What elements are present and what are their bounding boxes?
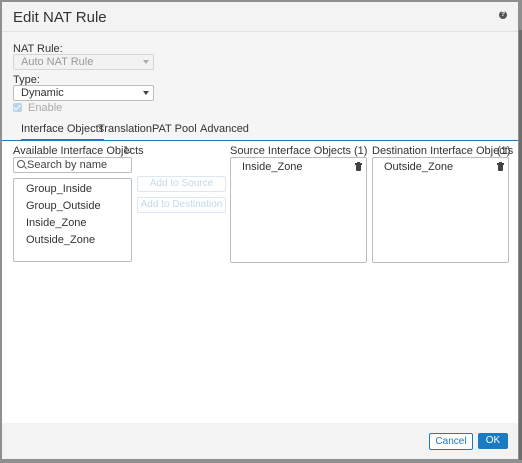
nat-rule-select: Auto NAT Rule — [13, 54, 154, 70]
search-input[interactable] — [27, 158, 127, 172]
list-item[interactable]: Group_Outside — [26, 200, 101, 212]
tab-advanced[interactable]: Advanced — [200, 123, 249, 139]
tab-translation[interactable]: Translation — [98, 123, 152, 139]
add-to-destination-button[interactable]: Add to Destination — [137, 197, 226, 213]
search-icon — [17, 160, 25, 168]
trash-icon[interactable] — [355, 162, 362, 171]
tab-pat-pool[interactable]: PAT Pool — [152, 123, 197, 139]
type-select[interactable]: Dynamic — [13, 85, 154, 101]
source-objects-list: Inside_Zone — [230, 157, 367, 263]
dialog-header: Edit NAT Rule ? — [2, 2, 518, 32]
list-item[interactable]: Outside_Zone — [26, 234, 95, 246]
list-item: Outside_Zone — [384, 161, 454, 173]
add-to-source-button[interactable]: Add to Source — [137, 176, 226, 192]
destination-objects-list: Outside_Zone — [372, 157, 509, 263]
ok-button[interactable]: OK — [478, 433, 508, 449]
type-value: Dynamic — [21, 87, 64, 99]
destination-objects-title: Destination Interface Objects — [372, 145, 514, 157]
available-objects-list: Group_Inside Group_Outside Inside_Zone O… — [13, 178, 132, 262]
source-count: (1) — [354, 145, 368, 157]
chevron-down-icon — [143, 91, 149, 95]
tab-interface-objects[interactable]: Interface Objects — [21, 123, 105, 141]
search-field — [13, 157, 132, 173]
dialog-title: Edit NAT Rule — [13, 9, 107, 26]
nat-rule-value: Auto NAT Rule — [21, 56, 94, 68]
destination-count: (1) — [497, 145, 511, 157]
cancel-button[interactable]: Cancel — [429, 433, 473, 450]
source-objects-title: Source Interface Objects — [230, 145, 352, 157]
enable-label: Enable — [28, 102, 63, 114]
tab-bar: Interface Objects Translation PAT Pool A… — [2, 119, 518, 141]
trash-icon[interactable] — [497, 162, 504, 171]
edit-nat-rule-dialog: Edit NAT Rule ? NAT Rule: Auto NAT Rule … — [2, 2, 518, 459]
list-item[interactable]: Inside_Zone — [26, 217, 87, 229]
refresh-icon[interactable]: ↻ — [123, 144, 132, 157]
enable-checkbox — [13, 103, 22, 112]
list-item: Inside_Zone — [242, 161, 303, 173]
help-icon[interactable]: ? — [499, 11, 507, 19]
chevron-down-icon — [143, 60, 149, 64]
list-item[interactable]: Group_Inside — [26, 183, 92, 195]
